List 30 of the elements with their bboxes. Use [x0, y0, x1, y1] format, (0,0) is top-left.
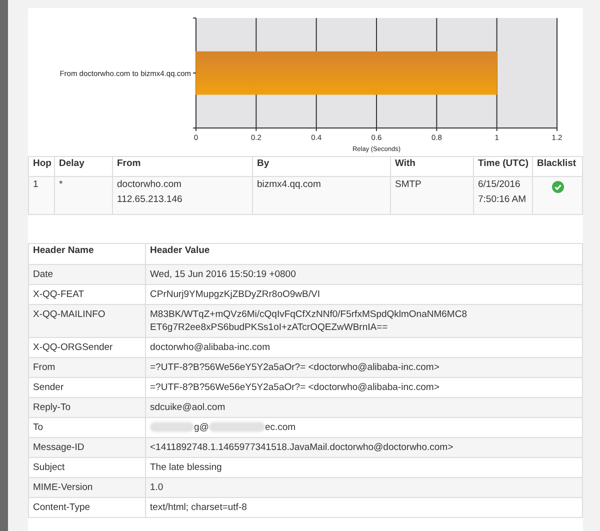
header-value: sdcuike@aol.com	[150, 402, 226, 413]
header-value: The late blessing	[150, 462, 222, 473]
header-value: text/html; charset=utf-8	[150, 502, 247, 513]
header-value: g@	[194, 422, 209, 433]
column-header: Header Name	[28, 244, 146, 264]
table-cell-text: doctorwho.com	[117, 178, 182, 192]
table-cell-text: 112.65.213.146	[117, 193, 184, 207]
table-cell: SMTP	[390, 176, 474, 214]
blurred-redaction	[150, 422, 194, 432]
table-cell-text: 7:50:16 AM	[478, 193, 528, 207]
column-header: By	[252, 156, 390, 176]
header-name-cell: Content-Type	[28, 498, 146, 518]
header-value: <1411892748.1.1465977341518.JavaMail.doctorwho@doctorwho.com>	[150, 442, 454, 453]
header-value: Wed, 15 Jun 2016 15:50:19 +0800	[150, 269, 296, 280]
table-cell-text: 6/15/2016	[478, 178, 522, 192]
header-value: =?UTF-8?B?56We56eY5Y2a5aOr?= <doctorwho@alibaba-inc.com>	[150, 362, 440, 373]
header-value: CPrNurj9YMupgzKjZBDyZRr8oO9wB/VI	[150, 289, 320, 300]
header-value: ec.com	[264, 422, 296, 433]
blurred-redaction	[208, 422, 265, 432]
table-cell: *	[54, 176, 112, 214]
header-value: =?UTF-8?B?56We56eY5Y2a5aOr?= <doctorwho@alibaba-inc.com>	[150, 382, 440, 393]
header-value: 1.0	[150, 482, 164, 493]
table-cell: 1	[28, 176, 54, 214]
table-cell: bizmx4.qq.com	[252, 176, 390, 214]
column-header: Hop	[28, 156, 54, 176]
header-value: doctorwho@alibaba-inc.com	[150, 342, 270, 353]
column-header: From	[112, 156, 252, 176]
column-header: Header Value	[146, 244, 582, 264]
column-header: With	[390, 156, 474, 176]
header-value: M83BK/WTqZ+mQVz6Mi/cQqIvFqCfXzNNf0/F5rfxMSpdQklmOnaNM6MC8 ET6g7R2ee8xPS6budPKSs1oI+zATcrOQEZwWBrnIA==	[150, 309, 467, 333]
